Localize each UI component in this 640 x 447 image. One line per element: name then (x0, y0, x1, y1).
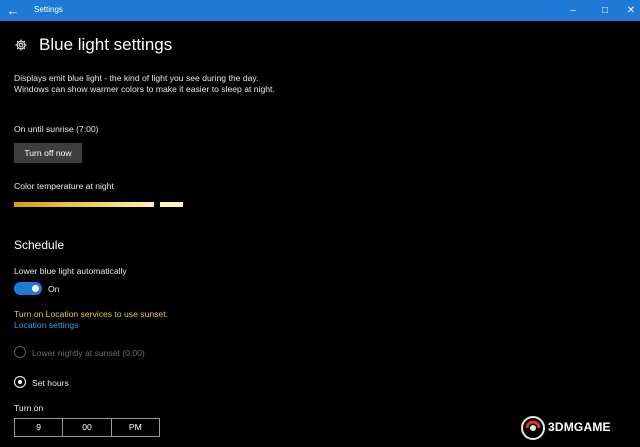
color-temperature-slider-thumb[interactable] (155, 200, 159, 209)
radio-set-hours-label: Set hours (32, 378, 69, 388)
time-minute[interactable]: 00 (62, 419, 110, 436)
gear-icon (15, 39, 27, 51)
turn-on-time-picker[interactable]: 9 00 PM (14, 418, 160, 437)
close-button[interactable]: ✕ (618, 0, 640, 21)
auto-lower-toggle[interactable] (14, 282, 42, 295)
back-button[interactable]: ← (0, 0, 26, 21)
description-text: Displays emit blue light - the kind of l… (14, 73, 275, 94)
color-temperature-label: Color temperature at night (14, 181, 114, 191)
auto-lower-label: Lower blue light automatically (14, 266, 127, 276)
radio-sunset-label: Lower nightly at sunset (0:00) (32, 348, 145, 358)
location-settings-link[interactable]: Location settings (14, 320, 79, 330)
color-temperature-slider-fill[interactable] (14, 202, 154, 207)
turn-on-label: Turn on (14, 403, 44, 413)
time-period[interactable]: PM (110, 419, 159, 436)
status-text: On until sunrise (7:00) (14, 124, 99, 134)
toggle-knob (32, 285, 39, 292)
arrow-left-icon: ← (6, 3, 20, 18)
location-warning: Turn on Location services to use sunset. (14, 309, 168, 319)
minimize-icon: – (570, 5, 576, 16)
watermark-emblem-icon (521, 416, 545, 440)
maximize-button[interactable]: □ (592, 0, 618, 21)
schedule-heading: Schedule (14, 238, 65, 252)
page-title: Blue light settings (39, 35, 173, 54)
radio-sunset[interactable] (14, 346, 26, 358)
minimize-button[interactable]: – (560, 0, 586, 21)
toggle-state-label: On (48, 284, 60, 294)
radio-selected-dot (17, 379, 22, 384)
close-icon: ✕ (626, 5, 636, 16)
watermark-text: 3DMGAME (548, 420, 611, 434)
time-hour[interactable]: 9 (15, 419, 62, 436)
watermark-logo: 3DMGAME (520, 414, 636, 442)
radio-set-hours[interactable] (14, 376, 26, 388)
turn-off-now-button[interactable]: Turn off now (14, 143, 82, 163)
window-title: Settings (34, 5, 63, 14)
title-bar: ← Settings – □ ✕ (0, 0, 640, 21)
maximize-icon: □ (601, 5, 609, 16)
color-temperature-slider-track[interactable] (160, 202, 183, 207)
